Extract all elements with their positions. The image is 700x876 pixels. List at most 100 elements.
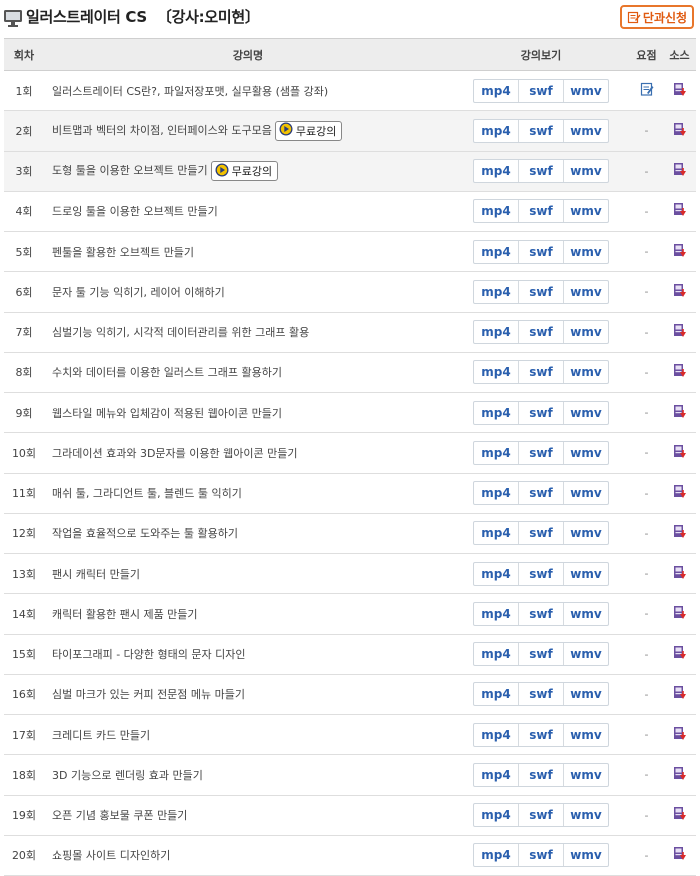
wmv-button[interactable]: wmv bbox=[563, 763, 608, 786]
swf-button[interactable]: swf bbox=[518, 280, 563, 303]
summary-cell: - bbox=[630, 513, 663, 553]
wmv-button[interactable]: wmv bbox=[563, 602, 608, 625]
play-icon bbox=[279, 122, 293, 139]
mp4-button[interactable]: mp4 bbox=[474, 361, 518, 383]
wmv-button[interactable]: wmv bbox=[563, 643, 608, 666]
download-source-icon[interactable] bbox=[672, 162, 687, 180]
mp4-button[interactable]: mp4 bbox=[474, 160, 518, 182]
download-source-icon[interactable] bbox=[672, 565, 687, 583]
view-formats-cell: mp4 swf wmv bbox=[452, 352, 630, 392]
swf-button[interactable]: swf bbox=[518, 200, 563, 223]
wmv-button[interactable]: wmv bbox=[563, 522, 608, 545]
download-source-icon[interactable] bbox=[672, 444, 687, 462]
wmv-button[interactable]: wmv bbox=[563, 844, 608, 867]
swf-button[interactable]: swf bbox=[518, 804, 563, 827]
lecture-title: 문자 툴 기능 익히기, 레이어 이해하기 bbox=[52, 285, 225, 299]
download-source-icon[interactable] bbox=[672, 484, 687, 502]
mp4-button[interactable]: mp4 bbox=[474, 804, 518, 826]
swf-button[interactable]: swf bbox=[518, 79, 563, 102]
mp4-button[interactable]: mp4 bbox=[474, 683, 518, 705]
lecture-name-cell: 쇼핑몰 사이트 디자인하기 bbox=[44, 835, 452, 875]
wmv-button[interactable]: wmv bbox=[563, 200, 608, 223]
swf-button[interactable]: swf bbox=[518, 562, 563, 585]
wmv-button[interactable]: wmv bbox=[563, 482, 608, 505]
lecture-title: 크레디트 카드 만들기 bbox=[52, 728, 151, 742]
download-source-icon[interactable] bbox=[672, 846, 687, 864]
swf-button[interactable]: swf bbox=[518, 643, 563, 666]
summary-empty: - bbox=[644, 647, 649, 661]
swf-button[interactable]: swf bbox=[518, 683, 563, 706]
swf-button[interactable]: swf bbox=[518, 602, 563, 625]
download-source-icon[interactable] bbox=[672, 806, 687, 824]
wmv-button[interactable]: wmv bbox=[563, 562, 608, 585]
summary-empty: - bbox=[644, 768, 649, 782]
wmv-button[interactable]: wmv bbox=[563, 683, 608, 706]
summary-empty: - bbox=[644, 446, 649, 460]
mp4-button[interactable]: mp4 bbox=[474, 482, 518, 504]
swf-button[interactable]: swf bbox=[518, 844, 563, 867]
mp4-button[interactable]: mp4 bbox=[474, 764, 518, 786]
mp4-button[interactable]: mp4 bbox=[474, 80, 518, 102]
download-source-icon[interactable] bbox=[672, 283, 687, 301]
download-source-icon[interactable] bbox=[672, 524, 687, 542]
play-icon bbox=[215, 163, 229, 180]
note-icon[interactable] bbox=[640, 82, 654, 99]
mp4-button[interactable]: mp4 bbox=[474, 281, 518, 303]
wmv-button[interactable]: wmv bbox=[563, 79, 608, 102]
swf-button[interactable]: swf bbox=[518, 119, 563, 142]
mp4-button[interactable]: mp4 bbox=[474, 522, 518, 544]
summary-empty: - bbox=[644, 164, 649, 178]
swf-button[interactable]: swf bbox=[518, 401, 563, 424]
download-source-icon[interactable] bbox=[672, 404, 687, 422]
download-source-icon[interactable] bbox=[672, 726, 687, 744]
mp4-button[interactable]: mp4 bbox=[474, 120, 518, 142]
mp4-button[interactable]: mp4 bbox=[474, 241, 518, 263]
wmv-button[interactable]: wmv bbox=[563, 160, 608, 183]
wmv-button[interactable]: wmv bbox=[563, 321, 608, 344]
view-formats-cell: mp4 swf wmv bbox=[452, 191, 630, 231]
apply-course-button[interactable]: 단과신청 bbox=[620, 5, 694, 29]
swf-button[interactable]: swf bbox=[518, 361, 563, 384]
mp4-button[interactable]: mp4 bbox=[474, 563, 518, 585]
download-source-icon[interactable] bbox=[672, 82, 687, 100]
wmv-button[interactable]: wmv bbox=[563, 240, 608, 263]
swf-button[interactable]: swf bbox=[518, 441, 563, 464]
swf-button[interactable]: swf bbox=[518, 240, 563, 263]
free-lecture-button[interactable]: 무료강의 bbox=[274, 120, 343, 141]
wmv-button[interactable]: wmv bbox=[563, 804, 608, 827]
monitor-icon bbox=[4, 10, 22, 27]
download-source-icon[interactable] bbox=[672, 243, 687, 261]
mp4-button[interactable]: mp4 bbox=[474, 200, 518, 222]
download-source-icon[interactable] bbox=[672, 766, 687, 784]
swf-button[interactable]: swf bbox=[518, 482, 563, 505]
swf-button[interactable]: swf bbox=[518, 522, 563, 545]
mp4-button[interactable]: mp4 bbox=[474, 603, 518, 625]
download-source-icon[interactable] bbox=[672, 122, 687, 140]
free-lecture-button[interactable]: 무료강의 bbox=[210, 161, 279, 182]
download-source-icon[interactable] bbox=[672, 323, 687, 341]
download-source-icon[interactable] bbox=[672, 645, 687, 663]
wmv-button[interactable]: wmv bbox=[563, 723, 608, 746]
view-formats-cell: mp4 swf wmv bbox=[452, 111, 630, 151]
wmv-button[interactable]: wmv bbox=[563, 280, 608, 303]
wmv-button[interactable]: wmv bbox=[563, 361, 608, 384]
swf-button[interactable]: swf bbox=[518, 763, 563, 786]
download-source-icon[interactable] bbox=[672, 685, 687, 703]
mp4-button[interactable]: mp4 bbox=[474, 442, 518, 464]
download-source-icon[interactable] bbox=[672, 363, 687, 381]
download-source-icon[interactable] bbox=[672, 202, 687, 220]
summary-empty: - bbox=[644, 607, 649, 621]
mp4-button[interactable]: mp4 bbox=[474, 844, 518, 866]
wmv-button[interactable]: wmv bbox=[563, 119, 608, 142]
mp4-button[interactable]: mp4 bbox=[474, 724, 518, 746]
swf-button[interactable]: swf bbox=[518, 723, 563, 746]
mp4-button[interactable]: mp4 bbox=[474, 402, 518, 424]
table-row: 17회 크레디트 카드 만들기 mp4 swf wmv - bbox=[4, 715, 696, 755]
wmv-button[interactable]: wmv bbox=[563, 401, 608, 424]
wmv-button[interactable]: wmv bbox=[563, 441, 608, 464]
swf-button[interactable]: swf bbox=[518, 160, 563, 183]
mp4-button[interactable]: mp4 bbox=[474, 643, 518, 665]
download-source-icon[interactable] bbox=[672, 605, 687, 623]
swf-button[interactable]: swf bbox=[518, 321, 563, 344]
mp4-button[interactable]: mp4 bbox=[474, 321, 518, 343]
